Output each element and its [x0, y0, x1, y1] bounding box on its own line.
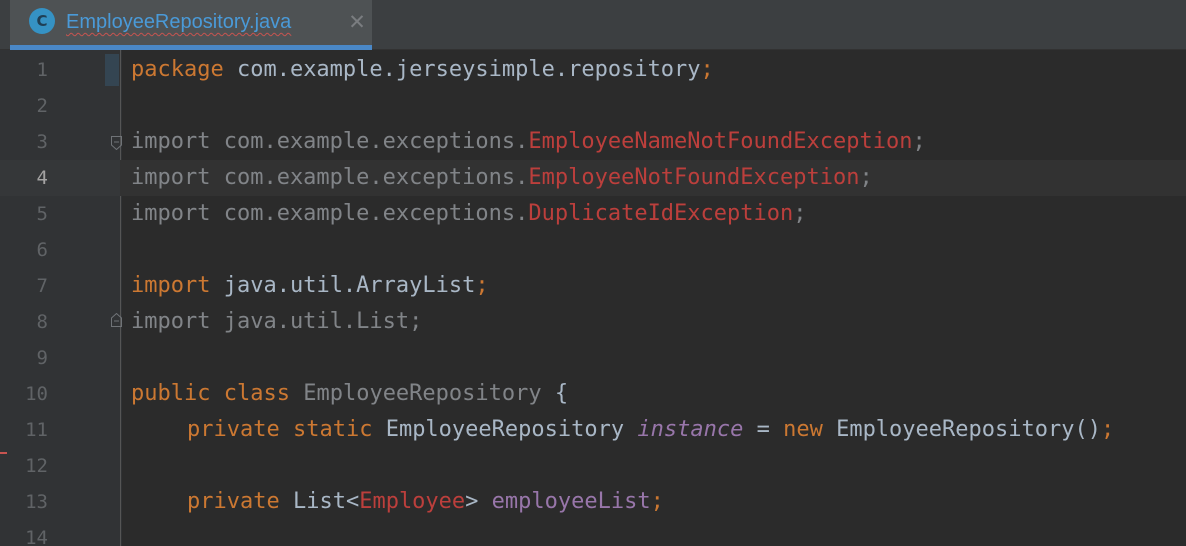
line-number: 13: [25, 491, 48, 513]
code-text: import com.example.exceptions.EmployeeNa…: [131, 129, 926, 154]
code-line-current[interactable]: 4 import com.example.exceptions.Employee…: [0, 160, 1186, 196]
fold-start-icon[interactable]: [111, 136, 122, 150]
line-number: 1: [36, 59, 48, 81]
line-number: 4: [36, 167, 48, 189]
code-text: public class EmployeeRepository {: [131, 381, 569, 406]
text-caret: [105, 54, 119, 86]
tab-title: EmployeeRepository.java: [66, 11, 292, 33]
fold-end-icon[interactable]: [111, 313, 122, 327]
line-number: 9: [36, 347, 48, 369]
code-text: package com.example.jerseysimple.reposit…: [131, 57, 714, 82]
line-number: 2: [36, 95, 48, 117]
line-number: 14: [25, 527, 48, 546]
code-text: import java.util.ArrayList;: [131, 273, 489, 298]
line-number: 7: [36, 275, 48, 297]
tab-employee-repository[interactable]: C EmployeeRepository.java ✕: [10, 0, 372, 50]
code-line[interactable]: 2: [0, 88, 1186, 124]
code-line[interactable]: 11 private static EmployeeRepository ins…: [0, 412, 1186, 448]
line-number: 11: [25, 419, 48, 441]
editor-tab-bar: C EmployeeRepository.java ✕: [0, 0, 1186, 50]
line-number: 3: [36, 131, 48, 153]
code-line[interactable]: 9: [0, 340, 1186, 376]
line-number: 10: [25, 383, 48, 405]
code-text: import com.example.exceptions.DuplicateI…: [131, 201, 807, 226]
java-class-icon: C: [29, 8, 55, 34]
code-line[interactable]: 13 private List<Employee> employeeList;: [0, 484, 1186, 520]
line-number: 12: [25, 455, 48, 477]
code-line[interactable]: 5 import com.example.exceptions.Duplicat…: [0, 196, 1186, 232]
close-icon[interactable]: ✕: [347, 9, 367, 35]
code-line[interactable]: 7 import java.util.ArrayList;: [0, 268, 1186, 304]
line-number: 8: [36, 311, 48, 333]
line-number: 6: [36, 239, 48, 261]
code-text: private static EmployeeRepository instan…: [187, 417, 1115, 442]
code-line[interactable]: 6: [0, 232, 1186, 268]
code-line[interactable]: 14: [0, 520, 1186, 546]
line-number: 5: [36, 203, 48, 225]
code-line[interactable]: 8 import java.util.List;: [0, 304, 1186, 340]
code-text: import com.example.exceptions.EmployeeNo…: [131, 165, 873, 190]
code-text: private List<Employee> employeeList;: [187, 489, 664, 514]
code-line[interactable]: 12: [0, 448, 1186, 484]
code-line[interactable]: 10 public class EmployeeRepository {: [0, 376, 1186, 412]
code-line[interactable]: 1 package com.example.jerseysimple.repos…: [0, 52, 1186, 88]
code-line[interactable]: 3 import com.example.exceptions.Employee…: [0, 124, 1186, 160]
code-text: import java.util.List;: [131, 309, 423, 334]
